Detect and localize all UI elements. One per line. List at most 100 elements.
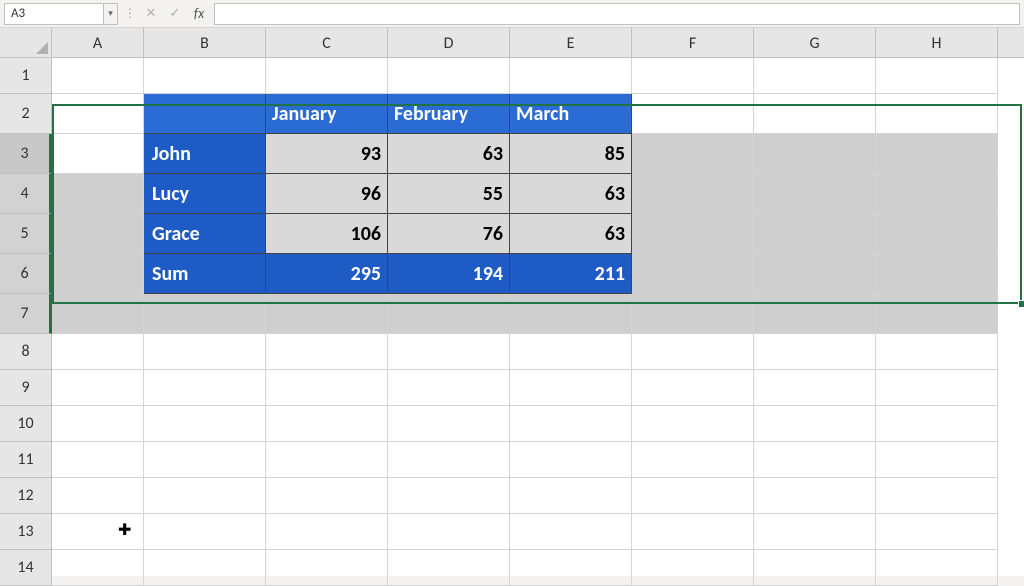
cell-b8[interactable]	[144, 334, 266, 370]
row-header-2[interactable]: 2	[0, 94, 51, 134]
cell-g3[interactable]	[754, 134, 876, 174]
cell-c6[interactable]: 295	[266, 254, 388, 294]
cell-e7[interactable]	[510, 294, 632, 334]
cell-h3[interactable]	[876, 134, 998, 174]
cell-c7[interactable]	[266, 294, 388, 334]
cell-e3[interactable]: 85	[510, 134, 632, 174]
cell-c11[interactable]	[266, 442, 388, 478]
cell-a3[interactable]	[52, 134, 144, 174]
cell-d10[interactable]	[388, 406, 510, 442]
select-all-corner[interactable]	[0, 28, 52, 58]
row-header-13[interactable]: 13	[0, 514, 51, 550]
cell-g9[interactable]	[754, 370, 876, 406]
cell-e10[interactable]	[510, 406, 632, 442]
cell-e9[interactable]	[510, 370, 632, 406]
cell-a14[interactable]	[52, 550, 144, 586]
cell-d7[interactable]	[388, 294, 510, 334]
cell-g10[interactable]	[754, 406, 876, 442]
cell-c13[interactable]	[266, 514, 388, 550]
cell-d3[interactable]: 63	[388, 134, 510, 174]
cell-c10[interactable]	[266, 406, 388, 442]
cell-a11[interactable]	[52, 442, 144, 478]
cell-e6[interactable]: 211	[510, 254, 632, 294]
cell-d9[interactable]	[388, 370, 510, 406]
cell-c2[interactable]: January	[266, 94, 388, 134]
col-header-c[interactable]: C	[266, 28, 388, 58]
cell-b2[interactable]	[144, 94, 266, 134]
cell-d14[interactable]	[388, 550, 510, 586]
cell-f11[interactable]	[632, 442, 754, 478]
cell-b14[interactable]	[144, 550, 266, 586]
cell-b9[interactable]	[144, 370, 266, 406]
cell-b7[interactable]	[144, 294, 266, 334]
cell-a2[interactable]	[52, 94, 144, 134]
cell-e4[interactable]: 63	[510, 174, 632, 214]
cell-a12[interactable]	[52, 478, 144, 514]
cell-d1[interactable]	[388, 58, 510, 94]
cell-f1[interactable]	[632, 58, 754, 94]
formula-input[interactable]	[214, 3, 1020, 25]
cell-e8[interactable]	[510, 334, 632, 370]
cell-h4[interactable]	[876, 174, 998, 214]
cell-grid[interactable]: January February March John 93 63 85 Luc…	[52, 58, 1024, 576]
cell-f12[interactable]	[632, 478, 754, 514]
cell-d12[interactable]	[388, 478, 510, 514]
row-header-3[interactable]: 3	[0, 134, 52, 174]
cell-f10[interactable]	[632, 406, 754, 442]
cell-g5[interactable]	[754, 214, 876, 254]
row-header-12[interactable]: 12	[0, 478, 51, 514]
name-box-dropdown[interactable]	[104, 3, 118, 25]
cell-b12[interactable]	[144, 478, 266, 514]
cell-h7[interactable]	[876, 294, 998, 334]
cell-b4[interactable]: Lucy	[144, 174, 266, 214]
cell-a7[interactable]	[52, 294, 144, 334]
cell-d8[interactable]	[388, 334, 510, 370]
cell-d11[interactable]	[388, 442, 510, 478]
cell-a10[interactable]	[52, 406, 144, 442]
cell-g1[interactable]	[754, 58, 876, 94]
col-header-f[interactable]: F	[632, 28, 754, 58]
cell-c12[interactable]	[266, 478, 388, 514]
cell-b10[interactable]	[144, 406, 266, 442]
cell-h8[interactable]	[876, 334, 998, 370]
cell-d6[interactable]: 194	[388, 254, 510, 294]
row-header-14[interactable]: 14	[0, 550, 51, 586]
cell-f6[interactable]	[632, 254, 754, 294]
col-header-h[interactable]: H	[876, 28, 998, 58]
cell-b11[interactable]	[144, 442, 266, 478]
cell-h11[interactable]	[876, 442, 998, 478]
cell-d13[interactable]	[388, 514, 510, 550]
cell-c8[interactable]	[266, 334, 388, 370]
cell-b3[interactable]: John	[144, 134, 266, 174]
cell-a6[interactable]	[52, 254, 144, 294]
cell-h10[interactable]	[876, 406, 998, 442]
cell-c1[interactable]	[266, 58, 388, 94]
row-header-6[interactable]: 6	[0, 254, 52, 294]
row-header-5[interactable]: 5	[0, 214, 52, 254]
cell-f13[interactable]	[632, 514, 754, 550]
cell-d4[interactable]: 55	[388, 174, 510, 214]
cell-h12[interactable]	[876, 478, 998, 514]
cell-h1[interactable]	[876, 58, 998, 94]
cell-h13[interactable]	[876, 514, 998, 550]
cell-a5[interactable]	[52, 214, 144, 254]
row-header-10[interactable]: 10	[0, 406, 51, 442]
cell-g8[interactable]	[754, 334, 876, 370]
selection-fill-handle[interactable]	[1018, 300, 1024, 308]
cell-f7[interactable]	[632, 294, 754, 334]
cell-f2[interactable]	[632, 94, 754, 134]
cell-g11[interactable]	[754, 442, 876, 478]
row-header-8[interactable]: 8	[0, 334, 51, 370]
cell-a13[interactable]	[52, 514, 144, 550]
cell-f9[interactable]	[632, 370, 754, 406]
cell-e14[interactable]	[510, 550, 632, 586]
col-header-e[interactable]: E	[510, 28, 632, 58]
cell-f8[interactable]	[632, 334, 754, 370]
enter-icon[interactable]	[166, 5, 184, 23]
cell-h5[interactable]	[876, 214, 998, 254]
cell-c4[interactable]: 96	[266, 174, 388, 214]
cell-e13[interactable]	[510, 514, 632, 550]
cell-c9[interactable]	[266, 370, 388, 406]
row-header-1[interactable]: 1	[0, 58, 51, 94]
cell-f14[interactable]	[632, 550, 754, 586]
